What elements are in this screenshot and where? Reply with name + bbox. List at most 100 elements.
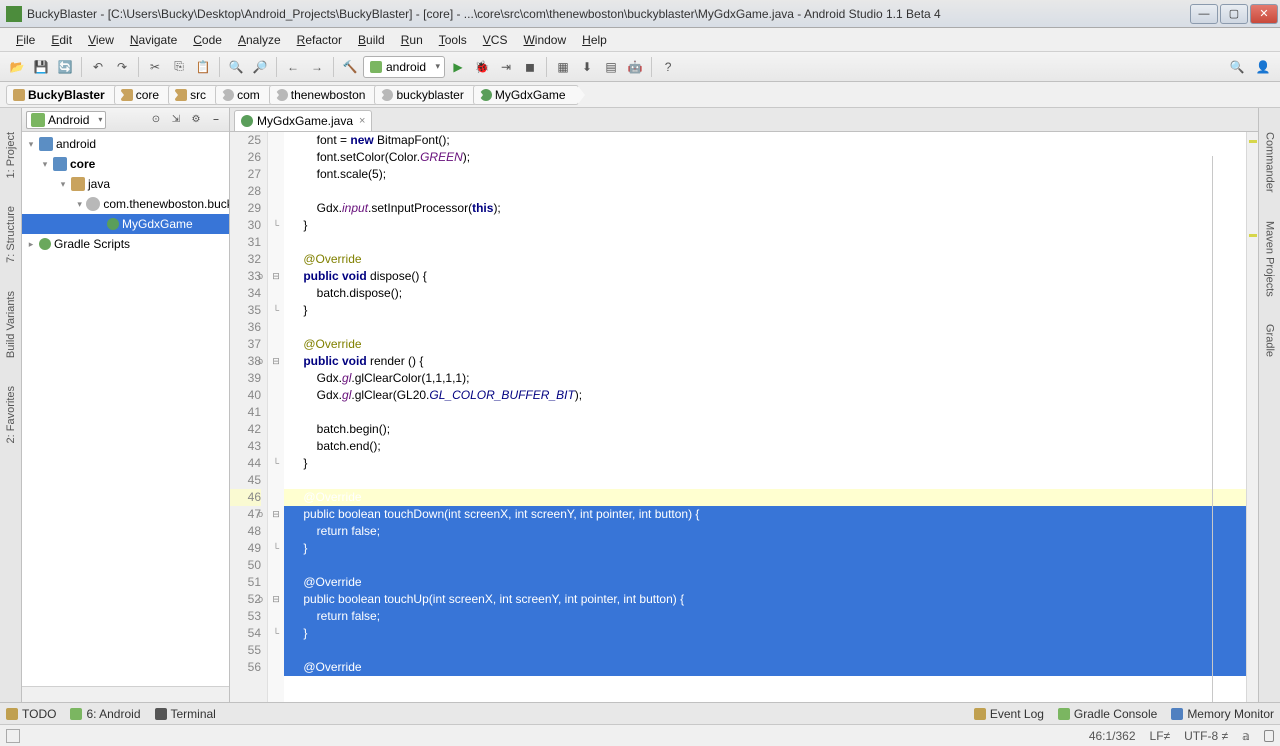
stop-icon[interactable]: ◼ (519, 56, 541, 78)
close-tab-icon[interactable]: × (359, 115, 365, 127)
gutter-marks[interactable]: └⊟o└⊟o└⊟o└⊟o└ (268, 132, 284, 702)
android-device-monitor-icon[interactable]: 🤖 (624, 56, 646, 78)
menu-run[interactable]: Run (393, 30, 431, 50)
menu-refactor[interactable]: Refactor (289, 30, 350, 50)
tool-button----project[interactable]: 1: Project (3, 128, 19, 182)
menu-code[interactable]: Code (185, 30, 230, 50)
breadcrumb-item[interactable]: buckyblaster (374, 85, 476, 105)
caret-position[interactable]: 46:1/362 (1089, 729, 1136, 743)
maximize-button[interactable]: ▢ (1220, 4, 1248, 24)
menu-tools[interactable]: Tools (431, 30, 475, 50)
tree-node-android[interactable]: ▾android (22, 134, 229, 154)
line-numbers: 2526272829303132333435363738394041424344… (230, 132, 268, 702)
attach-debugger-icon[interactable]: ⇥ (495, 56, 517, 78)
tool-window-memory-monitor[interactable]: Memory Monitor (1171, 707, 1274, 721)
paste-icon[interactable]: 📋 (192, 56, 214, 78)
tool-window-gradle-console[interactable]: Gradle Console (1058, 707, 1157, 721)
menu-build[interactable]: Build (350, 30, 393, 50)
debug-icon[interactable]: 🐞 (471, 56, 493, 78)
warning-marker[interactable] (1249, 234, 1257, 237)
find-icon[interactable]: 🔍 (225, 56, 247, 78)
sdk-manager-icon[interactable]: ⬇ (576, 56, 598, 78)
tool-window-event-log[interactable]: Event Log (974, 707, 1044, 721)
menu-analyze[interactable]: Analyze (230, 30, 289, 50)
copy-icon[interactable]: ⎘ (168, 56, 190, 78)
tool-window-terminal[interactable]: Terminal (155, 707, 216, 721)
tool-button----structure[interactable]: 7: Structure (3, 202, 19, 267)
tool-windows-toggle-icon[interactable] (6, 729, 20, 743)
breadcrumb-item[interactable]: MyGdxGame (473, 85, 579, 105)
scroll-from-source-icon[interactable]: ⊙ (147, 111, 165, 129)
context-indicator[interactable]: 𝕒 (1242, 729, 1250, 743)
ddms-icon[interactable]: ▤ (600, 56, 622, 78)
run-icon[interactable]: ▶ (447, 56, 469, 78)
menu-window[interactable]: Window (515, 30, 574, 50)
settings-icon[interactable]: ⚙ (187, 111, 205, 129)
menu-view[interactable]: View (80, 30, 122, 50)
breadcrumb-item[interactable]: BuckyBlaster (6, 85, 118, 105)
undo-icon[interactable]: ↶ (87, 56, 109, 78)
open-icon[interactable]: 📂 (6, 56, 28, 78)
menu-vcs[interactable]: VCS (475, 30, 516, 50)
replace-icon[interactable]: 🔎 (249, 56, 271, 78)
menu-file[interactable]: File (8, 30, 43, 50)
warning-marker[interactable] (1249, 140, 1257, 143)
window-controls: — ▢ ✕ (1190, 4, 1280, 24)
tool-button-maven-projects[interactable]: Maven Projects (1262, 217, 1278, 301)
avd-manager-icon[interactable]: ▦ (552, 56, 574, 78)
minimize-button[interactable]: — (1190, 4, 1218, 24)
line-separator[interactable]: LF≠ (1150, 729, 1171, 743)
android-icon (31, 113, 45, 127)
tool-window----android[interactable]: 6: Android (70, 707, 140, 721)
separator (333, 57, 334, 77)
editor-splitter[interactable] (1212, 156, 1213, 702)
redo-icon[interactable]: ↷ (111, 56, 133, 78)
tool-button-commander[interactable]: Commander (1262, 128, 1278, 197)
tree-node-gradle[interactable]: ▸Gradle Scripts (22, 234, 229, 254)
run-config-label: android (386, 60, 426, 74)
search-everywhere-icon[interactable]: 🔍 (1226, 56, 1248, 78)
breadcrumb-item[interactable]: thenewboston (269, 85, 379, 105)
separator (219, 57, 220, 77)
sidebar-scrollbar[interactable] (22, 686, 229, 702)
code-content[interactable]: font = new BitmapFont(); font.setColor(C… (284, 132, 1246, 702)
save-icon[interactable]: 💾 (30, 56, 52, 78)
gradle-icon (39, 238, 51, 250)
close-button[interactable]: ✕ (1250, 4, 1278, 24)
sidebar-header: Android ⊙ ⇲ ⚙ ⎯ (22, 108, 229, 132)
run-config-selector[interactable]: android (363, 56, 445, 78)
tab-mygdxgame[interactable]: MyGdxGame.java × (234, 110, 372, 131)
code-editor[interactable]: 2526272829303132333435363738394041424344… (230, 132, 1258, 702)
make-icon[interactable]: 🔨 (339, 56, 361, 78)
back-icon[interactable]: ← (282, 56, 304, 78)
tree-node-package[interactable]: ▾com.thenewboston.buckyblaster (22, 194, 229, 214)
hide-icon[interactable]: ⎯ (207, 111, 225, 129)
help-icon[interactable]: ? (657, 56, 679, 78)
menu-navigate[interactable]: Navigate (122, 30, 185, 50)
right-tool-windows: Event Log Gradle Console Memory Monitor (974, 707, 1274, 721)
tool-window-todo[interactable]: TODO (6, 707, 56, 721)
project-view-selector[interactable]: Android (26, 111, 106, 129)
tool-button-build-variants[interactable]: Build Variants (3, 287, 19, 362)
right-tool-strip: Commander Maven Projects Gradle (1258, 108, 1280, 702)
bottom-tool-bar: TODO 6: Android Terminal Event Log Gradle C… (0, 702, 1280, 724)
tool-button----favorites[interactable]: 2: Favorites (3, 382, 19, 447)
forward-icon[interactable]: → (306, 56, 328, 78)
tree-node-core[interactable]: ▾core (22, 154, 229, 174)
collapse-all-icon[interactable]: ⇲ (167, 111, 185, 129)
tree-node-class[interactable]: MyGdxGame (22, 214, 229, 234)
view-label: Android (48, 113, 89, 127)
sync-icon[interactable]: 🔄 (54, 56, 76, 78)
left-tool-strip: 1: Project 7: Structure Build Variants 2: F… (0, 108, 22, 702)
tool-button-gradle[interactable]: Gradle (1262, 320, 1278, 361)
user-icon[interactable]: 👤 (1252, 56, 1274, 78)
tree-node-java[interactable]: ▾java (22, 174, 229, 194)
file-encoding[interactable]: UTF-8 ≠ (1184, 729, 1228, 743)
folder-icon (71, 177, 85, 191)
error-stripe[interactable] (1246, 132, 1258, 702)
project-tree[interactable]: ▾android ▾core ▾java ▾com.thenewboston.b… (22, 132, 229, 686)
cut-icon[interactable]: ✂ (144, 56, 166, 78)
menu-help[interactable]: Help (574, 30, 615, 50)
lock-icon[interactable] (1264, 730, 1274, 742)
menu-edit[interactable]: Edit (43, 30, 80, 50)
